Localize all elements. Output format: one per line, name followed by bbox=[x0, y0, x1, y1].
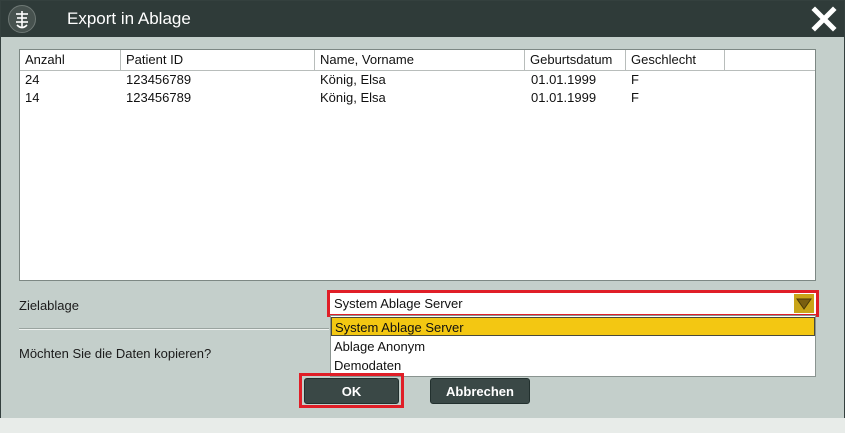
column-header-name[interactable]: Name, Vorname bbox=[315, 50, 525, 70]
close-icon[interactable] bbox=[810, 5, 838, 33]
table-header: Anzahl Patient ID Name, Vorname Geburtsd… bbox=[20, 50, 815, 71]
ok-button[interactable]: OK bbox=[304, 378, 399, 404]
cell-geburtsdatum: 01.01.1999 bbox=[531, 72, 597, 87]
table-row[interactable]: 24 123456789 König, Elsa 01.01.1999 F bbox=[20, 71, 815, 89]
target-select[interactable]: System Ablage Server bbox=[330, 293, 816, 314]
cancel-button[interactable]: Abbrechen bbox=[430, 378, 530, 404]
background-strip bbox=[0, 418, 845, 433]
cell-anzahl: 14 bbox=[25, 90, 40, 105]
cell-patient-id: 123456789 bbox=[126, 72, 192, 87]
title-bar[interactable]: Export in Ablage bbox=[1, 1, 844, 37]
study-table[interactable]: Anzahl Patient ID Name, Vorname Geburtsd… bbox=[19, 49, 816, 281]
target-label: Zielablage bbox=[19, 298, 79, 313]
target-dropdown-list[interactable]: System Ablage Server Ablage Anonym Demod… bbox=[330, 315, 816, 377]
column-header-geschlecht[interactable]: Geschlecht bbox=[626, 50, 725, 70]
column-header-anzahl[interactable]: Anzahl bbox=[20, 50, 121, 70]
target-select-value: System Ablage Server bbox=[334, 296, 463, 311]
cell-geschlecht: F bbox=[631, 90, 639, 105]
cell-patient-id: 123456789 bbox=[126, 90, 192, 105]
dialog-title: Export in Ablage bbox=[67, 9, 191, 28]
column-header-geburtsdatum[interactable]: Geburtsdatum bbox=[525, 50, 626, 70]
export-dialog: Export in Ablage Anzahl Patient ID Name,… bbox=[0, 0, 845, 433]
cell-geschlecht: F bbox=[631, 72, 639, 87]
chevron-down-icon[interactable] bbox=[794, 294, 814, 313]
dicom-tree-icon bbox=[8, 5, 36, 33]
column-header-patient-id[interactable]: Patient ID bbox=[121, 50, 315, 70]
cell-geburtsdatum: 01.01.1999 bbox=[531, 90, 597, 105]
cell-anzahl: 24 bbox=[25, 72, 40, 87]
copy-question: Möchten Sie die Daten kopieren? bbox=[19, 346, 212, 361]
divider bbox=[19, 328, 329, 330]
cell-name: König, Elsa bbox=[320, 90, 386, 105]
option-system-ablage-server[interactable]: System Ablage Server bbox=[331, 317, 815, 336]
cell-name: König, Elsa bbox=[320, 72, 386, 87]
option-ablage-anonym[interactable]: Ablage Anonym bbox=[331, 337, 815, 356]
table-row[interactable]: 14 123456789 König, Elsa 01.01.1999 F bbox=[20, 89, 815, 107]
